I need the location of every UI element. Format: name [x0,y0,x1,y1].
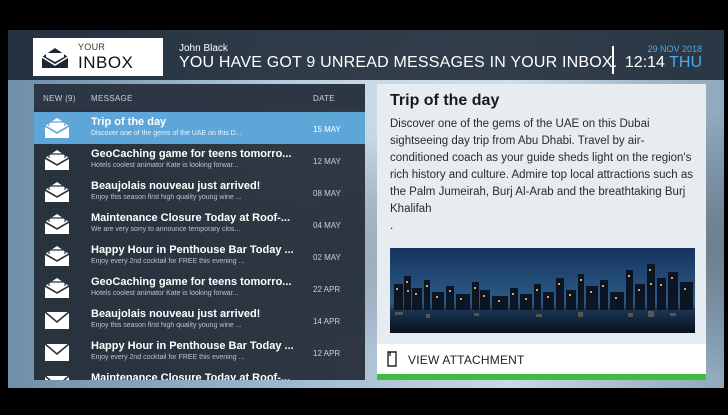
column-date: DATE [313,94,335,103]
message-detail-pane: Trip of the day Discover one of the gems… [377,84,706,380]
clock-day: THU [669,54,702,71]
detail-body: Discover one of the gems of the UAE on t… [390,116,695,235]
detail-body-end: . [390,220,394,232]
clock-divider [612,46,614,74]
envelope-closed-icon [44,311,70,329]
envelope-closed-icon [44,375,70,380]
column-message: MESSAGE [91,94,133,103]
message-row-selected[interactable]: Trip of the day Discover one of the gems… [34,112,365,144]
view-attachment-label: VIEW ATTACHMENT [408,353,525,367]
detail-body-text: Discover one of the gems of the UAE on t… [390,118,693,215]
unread-headline: YOU HAVE GOT 9 UNREAD MESSAGES IN YOUR I… [179,54,618,71]
clock-time: 12:14 THU [625,54,702,72]
envelope-open-icon [44,278,70,298]
message-row[interactable]: Happy Hour in Penthouse Bar Today ... En… [34,336,365,368]
message-row[interactable]: Maintenance Closure Today at Roof-... [34,368,365,380]
message-preview: Enjoy every 2nd cocktail for FREE this e… [91,258,245,265]
dubai-skyline-image [390,248,695,333]
detail-title: Trip of the day [390,92,500,109]
message-subject: Happy Hour in Penthouse Bar Today ... [91,244,294,256]
tv-inbox-screen: YOUR INBOX John Black YOU HAVE GOT 9 UNR… [0,0,728,415]
message-preview: We are very sorry to announce temporary … [91,226,241,233]
message-preview: Enjoy this season first high quality you… [91,194,242,201]
user-name: John Black [179,43,228,54]
message-row[interactable]: Maintenance Closure Today at Roof-... We… [34,208,365,240]
envelope-open-icon [44,246,70,266]
message-row[interactable]: Happy Hour in Penthouse Bar Today ... En… [34,240,365,272]
envelope-open-icon [44,214,70,234]
clock-date: 29 NOV 2018 [647,44,702,54]
message-row[interactable]: GeoCaching game for teens tomorro... Hot… [34,144,365,176]
message-date: 12 MAY [313,157,341,166]
envelope-closed-icon [44,343,70,361]
message-subject: Maintenance Closure Today at Roof-... [91,372,291,380]
message-date: 04 MAY [313,221,341,230]
message-date: 02 MAY [313,253,341,262]
message-preview: Hotels coolest animator Kate is looking … [91,162,239,169]
message-row[interactable]: Beaujolais nouveau just arrived! Enjoy t… [34,176,365,208]
message-date: 22 APR [313,285,341,294]
list-header: NEW (9) MESSAGE DATE [34,84,365,110]
envelope-open-icon [44,150,70,170]
message-subject: Beaujolais nouveau just arrived! [91,308,261,320]
document-icon [387,351,397,367]
message-row[interactable]: Beaujolais nouveau just arrived! Enjoy t… [34,304,365,336]
envelope-open-icon [44,182,70,202]
message-subject: GeoCaching game for teens tomorro... [91,148,292,160]
message-subject: Maintenance Closure Today at Roof-... [91,212,291,224]
message-date: 08 MAY [313,189,341,198]
inbox-title: INBOX [78,53,134,72]
clock-time-value: 12:14 [624,54,665,71]
message-row[interactable]: GeoCaching game for teens tomorro... Hot… [34,272,365,304]
view-attachment-button[interactable]: VIEW ATTACHMENT [377,344,706,374]
column-new: NEW (9) [43,94,76,103]
message-subject: Trip of the day [91,116,167,128]
envelope-open-icon [41,48,69,68]
message-list: NEW (9) MESSAGE DATE Trip of the day Dis… [34,84,365,380]
message-date: 15 MAY [313,125,341,134]
message-subject: GeoCaching game for teens tomorro... [91,276,292,288]
message-subject: Beaujolais nouveau just arrived! [91,180,261,192]
message-date: 12 APR [313,349,341,358]
inbox-your-label: YOUR [78,42,106,52]
message-date: 14 APR [313,317,341,326]
message-preview: Discover one of the gems of the UAE on t… [91,130,242,137]
attachment-focus-bar [377,374,706,380]
message-preview: Hotels coolest animator Kate is looking … [91,290,239,297]
message-subject: Happy Hour in Penthouse Bar Today ... [91,340,294,352]
message-preview: Enjoy every 2nd cocktail for FREE this e… [91,354,245,361]
message-preview: Enjoy this season first high quality you… [91,322,242,329]
envelope-open-icon [44,118,70,138]
